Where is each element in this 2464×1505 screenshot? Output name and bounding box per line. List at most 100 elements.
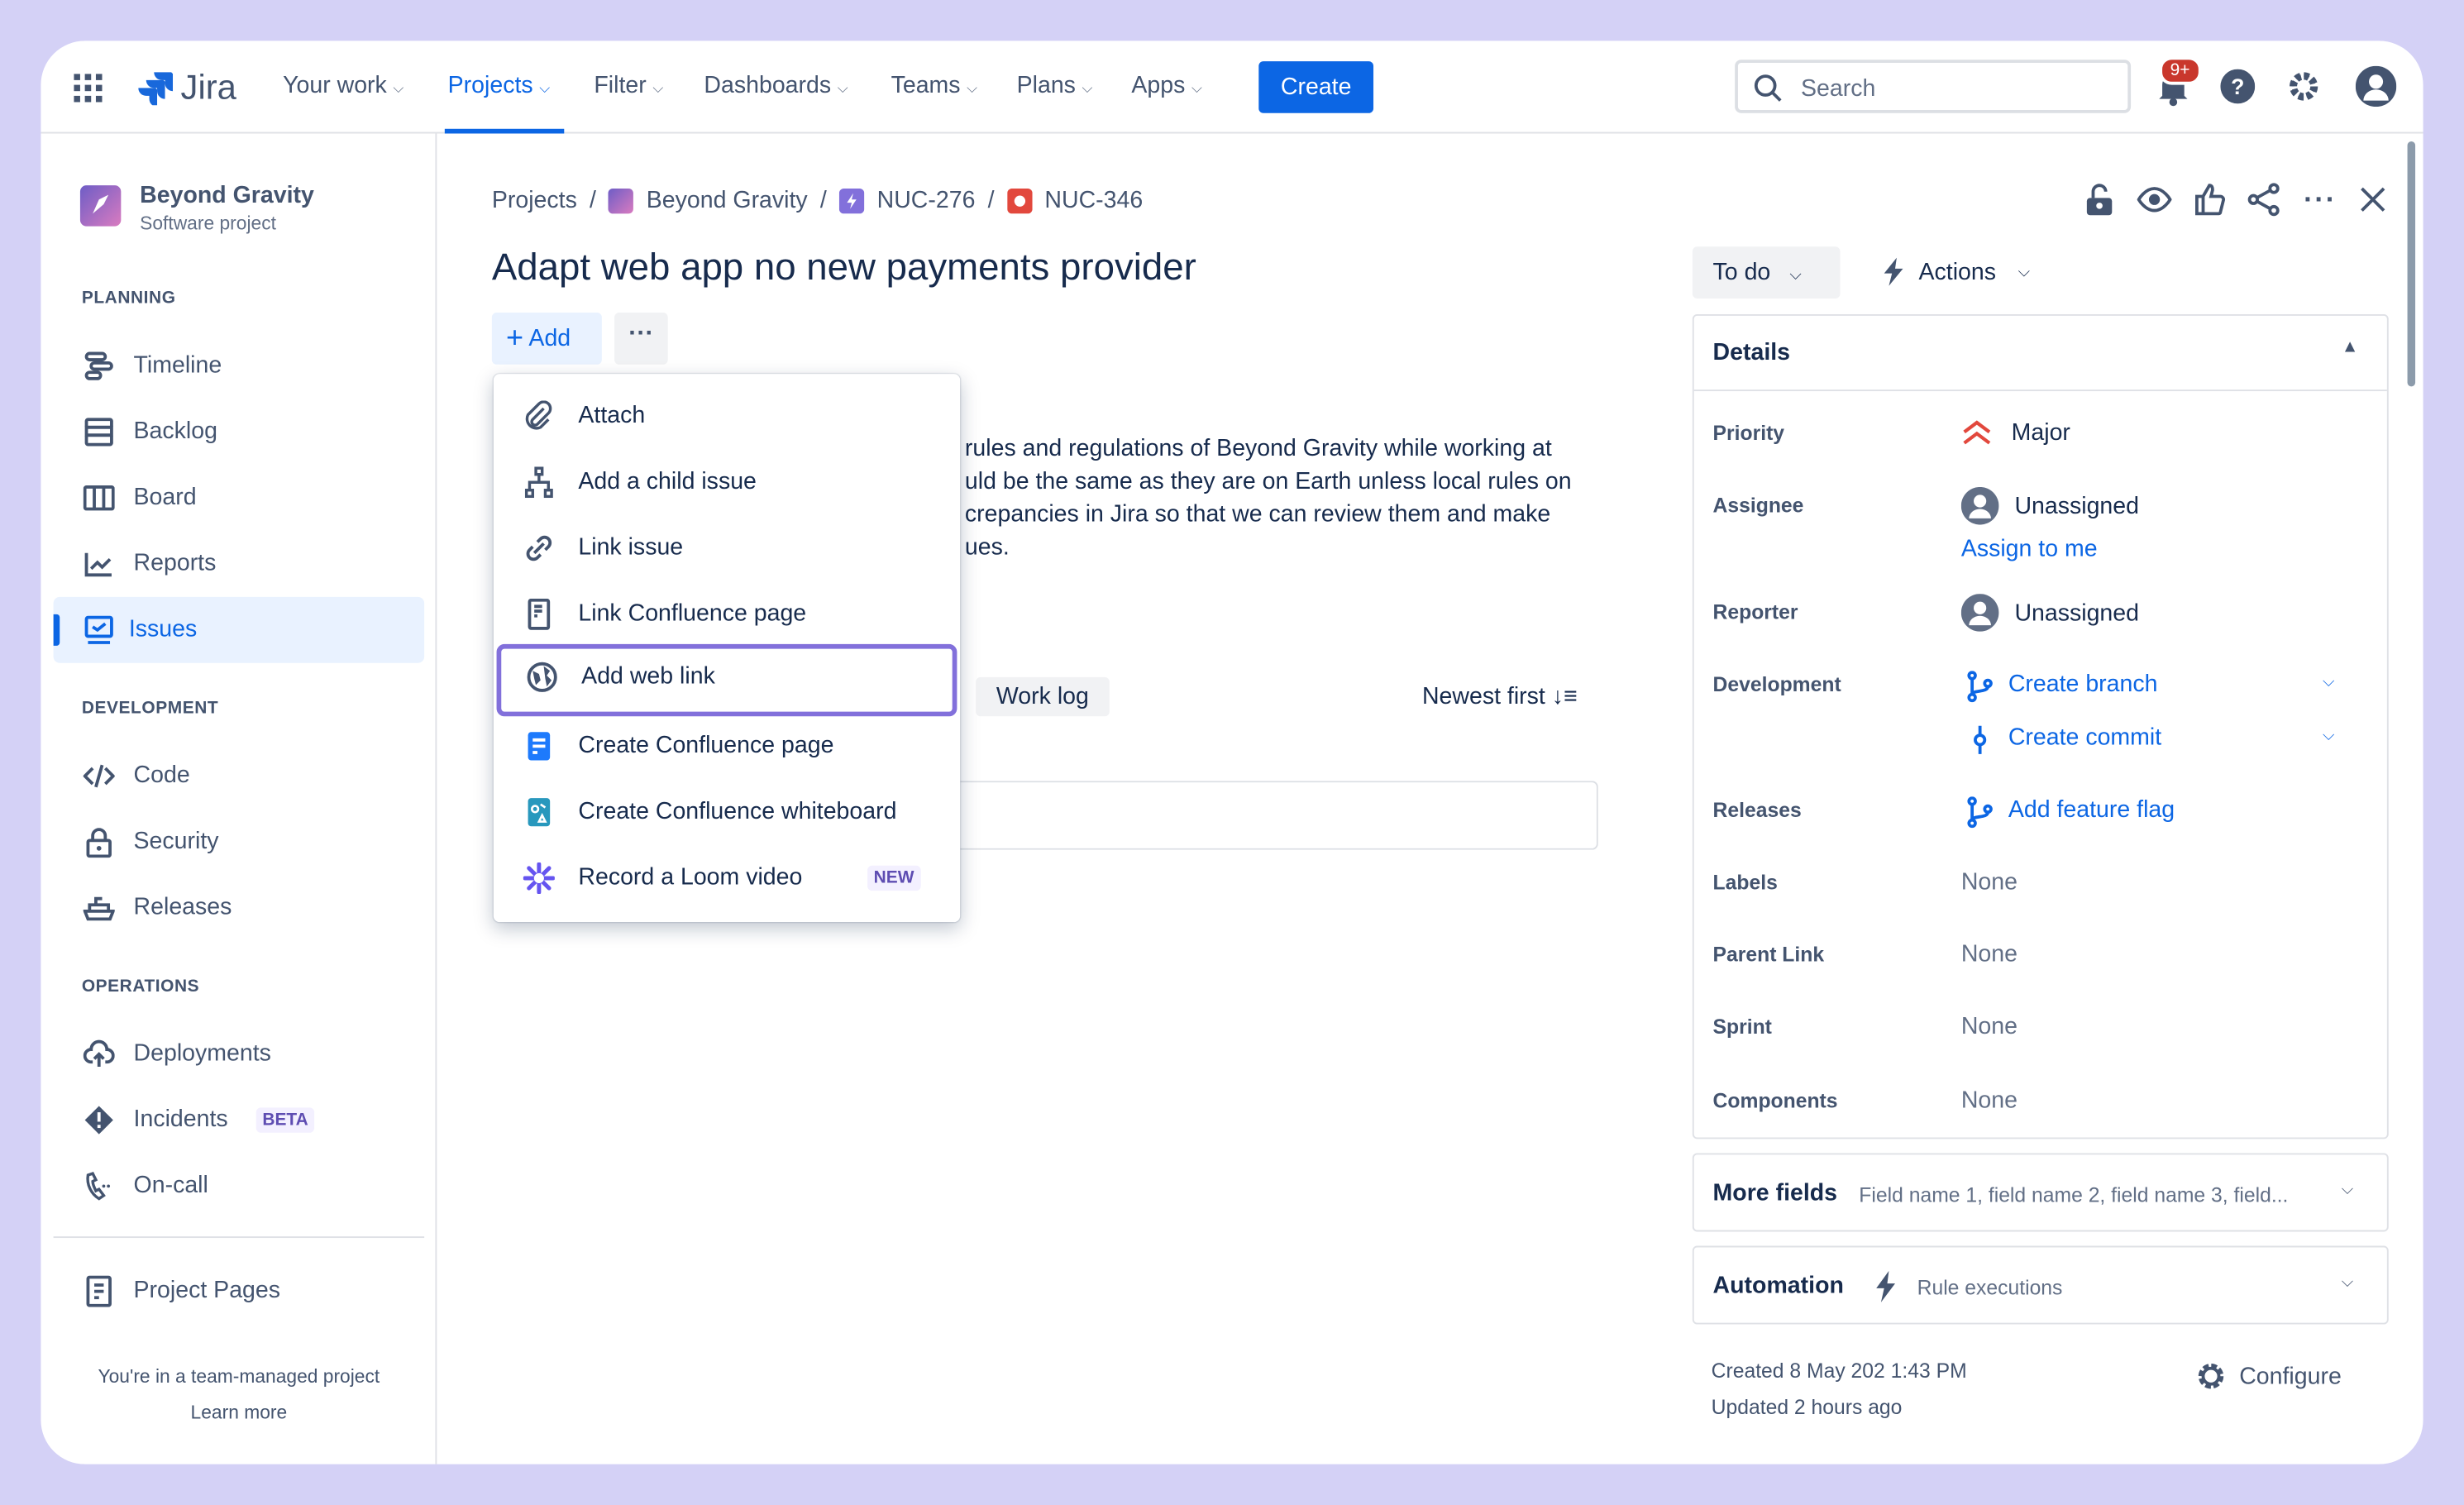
sidebar-item-incidents[interactable]: Incidents BETA: [54, 1087, 425, 1154]
sprint-value[interactable]: None: [1961, 1013, 2018, 1039]
labels-value[interactable]: None: [1961, 869, 2018, 896]
nav-teams[interactable]: Teams ⌵: [891, 72, 978, 98]
breadcrumb-projects[interactable]: Projects: [492, 187, 577, 213]
priority-value[interactable]: Major: [1961, 418, 2070, 446]
nav-dashboards[interactable]: Dashboards ⌵: [704, 72, 848, 98]
create-commit-link[interactable]: Create commit: [1966, 724, 2161, 756]
sidebar-item-deployments[interactable]: Deployments: [54, 1021, 425, 1087]
assign-to-me-link[interactable]: Assign to me: [1961, 536, 2098, 562]
sidebar-item-on-call[interactable]: On-call: [54, 1153, 425, 1219]
issue-toolbar: ···: [2084, 182, 2387, 217]
nav-your-work[interactable]: Your work ⌵: [283, 72, 404, 98]
add-button[interactable]: + Add: [491, 313, 602, 365]
more-options-button[interactable]: ···: [614, 313, 668, 365]
actions-dropdown[interactable]: Actions ⌵: [1881, 257, 2031, 286]
sidebar-item-backlog[interactable]: Backlog: [54, 399, 425, 466]
ship-icon: [83, 896, 115, 921]
chevron-down-icon: ⌵: [2018, 263, 2031, 281]
more-icon[interactable]: ···: [2304, 183, 2337, 216]
avatar-icon: [1960, 486, 1999, 525]
sort-button[interactable]: Newest first ↓≡: [1422, 683, 1578, 710]
sidebar-item-security[interactable]: Security: [54, 809, 425, 875]
project-name[interactable]: Beyond Gravity: [140, 182, 314, 208]
help-button[interactable]: ?: [2220, 69, 2256, 104]
nav-filter[interactable]: Filter ⌵: [594, 72, 663, 98]
lightning-icon: [1884, 257, 1903, 286]
comment-input[interactable]: [960, 781, 1598, 850]
avatar-icon: [1960, 594, 1999, 632]
gear-icon: [2198, 1364, 2224, 1389]
chevron-down-icon: ⌵: [2341, 1273, 2354, 1292]
profile-avatar[interactable]: [2355, 65, 2397, 108]
create-branch-link[interactable]: Create branch: [1966, 671, 2158, 703]
svg-text:?: ?: [2231, 74, 2244, 99]
menu-item-link-confluence-page[interactable]: Link Confluence page: [494, 581, 960, 647]
nav-projects[interactable]: Projects ⌵: [448, 72, 551, 98]
feature-flag-icon: [1967, 796, 1993, 829]
issue-title[interactable]: Adapt web app no new payments provider: [492, 246, 1196, 290]
tab-work-log[interactable]: Work log: [976, 676, 1110, 717]
app-switcher-icon[interactable]: [74, 74, 103, 103]
close-icon[interactable]: [2359, 185, 2387, 213]
parent-link-value[interactable]: None: [1961, 941, 2018, 967]
details-header[interactable]: Details ▲: [1693, 316, 2387, 392]
beta-badge: BETA: [255, 1107, 315, 1133]
settings-button[interactable]: [2286, 69, 2321, 104]
sidebar-item-code[interactable]: Code: [54, 743, 425, 810]
breadcrumb-issue[interactable]: NUC-346: [1044, 187, 1143, 213]
sidebar-item-timeline[interactable]: Timeline: [54, 333, 425, 399]
menu-item-link-issue[interactable]: Link issue: [494, 515, 960, 581]
unlock-icon[interactable]: [2084, 182, 2115, 217]
epic-icon: [839, 188, 865, 213]
learn-more-link[interactable]: Learn more: [41, 1402, 437, 1424]
reporter-value[interactable]: Unassigned: [1960, 594, 2139, 632]
menu-item-add-web-link[interactable]: Add web link: [496, 643, 957, 717]
add-feature-flag-link[interactable]: Add feature flag: [1966, 796, 2175, 829]
breadcrumb-project[interactable]: Beyond Gravity: [647, 187, 808, 213]
backlog-icon: [84, 418, 113, 447]
sidebar-item-releases[interactable]: Releases: [54, 875, 425, 941]
chevron-down-icon[interactable]: ⌵: [2323, 674, 2334, 691]
jira-logo[interactable]: Jira: [138, 68, 236, 108]
share-icon[interactable]: [2247, 182, 2282, 217]
loom-icon: [523, 862, 555, 894]
sidebar-item-issues[interactable]: Issues: [53, 596, 425, 663]
components-value[interactable]: None: [1961, 1087, 2018, 1114]
create-button[interactable]: Create: [1258, 61, 1374, 113]
search-input[interactable]: Search: [1735, 60, 2132, 113]
section-development: DEVELOPMENT: [81, 699, 219, 719]
sidebar-item-reports[interactable]: Reports: [54, 531, 425, 597]
field-label: Reporter: [1712, 600, 1798, 624]
menu-item-record-loom-video[interactable]: Record a Loom video NEW: [494, 845, 960, 911]
automation-panel[interactable]: Automation Rule executions ⌵: [1692, 1245, 2389, 1325]
watch-icon[interactable]: [2137, 182, 2172, 217]
more-fields-panel[interactable]: More fields Field name 1, field name 2, …: [1692, 1153, 2389, 1232]
app-window: Jira Your work ⌵ Projects ⌵ Filter ⌵ Dashbo…: [41, 41, 2423, 1464]
status-dropdown[interactable]: To do ⌵: [1692, 246, 1841, 299]
lightning-icon: [1876, 1270, 1896, 1302]
notifications-button[interactable]: 9+: [2156, 56, 2201, 108]
code-icon: [83, 764, 115, 788]
chevron-down-icon: ⌵: [2341, 1181, 2354, 1199]
assignee-value[interactable]: Unassigned: [1960, 486, 2139, 525]
updated-date: Updated 2 hours ago: [1711, 1395, 1903, 1419]
sidebar-item-project-pages[interactable]: Project Pages: [54, 1259, 425, 1325]
menu-item-create-confluence-page[interactable]: Create Confluence page: [494, 714, 960, 780]
menu-item-add-child-issue[interactable]: Add a child issue: [494, 449, 960, 515]
menu-item-attach[interactable]: Attach: [494, 384, 960, 450]
more-fields-summary: Field name 1, field name 2, field name 3…: [1859, 1182, 2289, 1207]
nav-plans[interactable]: Plans ⌵: [1017, 72, 1093, 98]
created-date: Created 8 May 202 1:43 PM: [1711, 1359, 1967, 1383]
thumbs-up-icon[interactable]: [2194, 182, 2226, 217]
lock-icon: [86, 828, 112, 858]
scrollbar[interactable]: [2407, 141, 2416, 387]
menu-item-create-confluence-whiteboard[interactable]: Create Confluence whiteboard: [494, 779, 960, 845]
details-panel: Details ▲ Priority Major Assignee Unassi…: [1692, 313, 2389, 1140]
configure-button[interactable]: Configure: [2195, 1360, 2342, 1392]
breadcrumb-parent[interactable]: NUC-276: [877, 187, 976, 213]
nav-apps[interactable]: Apps ⌵: [1131, 72, 1202, 98]
chevron-down-icon[interactable]: ⌵: [2323, 728, 2334, 745]
sidebar-item-board[interactable]: Board: [54, 465, 425, 531]
board-icon: [83, 485, 115, 511]
confluence-create-icon: [528, 732, 551, 761]
